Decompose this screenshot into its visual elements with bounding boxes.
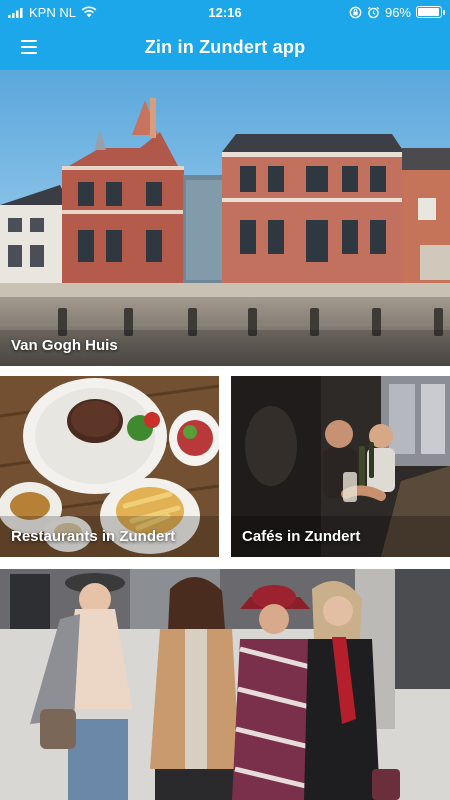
alarm-clock-icon xyxy=(367,6,380,18)
battery-fill xyxy=(418,8,440,16)
menu-line xyxy=(21,52,37,54)
tile-restaurants-in-zundert[interactable]: Restaurants in Zundert xyxy=(0,376,219,557)
status-right: 96% xyxy=(349,4,445,20)
shopping-women-photo xyxy=(0,569,450,800)
hamburger-menu-icon[interactable] xyxy=(14,34,44,60)
tile-van-gogh-huis[interactable]: Van Gogh Huis xyxy=(0,70,450,366)
carrier-name: KPN NL xyxy=(29,4,76,20)
app-bar: Zin in Zundert app xyxy=(0,24,450,70)
wifi-icon xyxy=(81,6,97,18)
status-bar: KPN NL 12:16 96% xyxy=(0,0,450,24)
rotation-lock-icon xyxy=(349,6,362,18)
tile-label: Van Gogh Huis xyxy=(11,337,118,354)
tile-cafes-in-zundert[interactable]: Cafés in Zundert xyxy=(231,376,450,557)
menu-line xyxy=(21,46,37,48)
tile-label: Restaurants in Zundert xyxy=(11,528,176,545)
app-title: Zin in Zundert app xyxy=(144,36,306,57)
tile-label: Cafés in Zundert xyxy=(242,528,361,545)
tile-shopping[interactable] xyxy=(0,569,450,800)
van-gogh-huis-photo xyxy=(0,70,450,366)
menu-line xyxy=(21,40,37,42)
battery-icon xyxy=(416,6,445,18)
signal-icon xyxy=(8,7,23,18)
status-left: KPN NL xyxy=(8,5,97,20)
battery-percent: 96% xyxy=(384,4,411,20)
